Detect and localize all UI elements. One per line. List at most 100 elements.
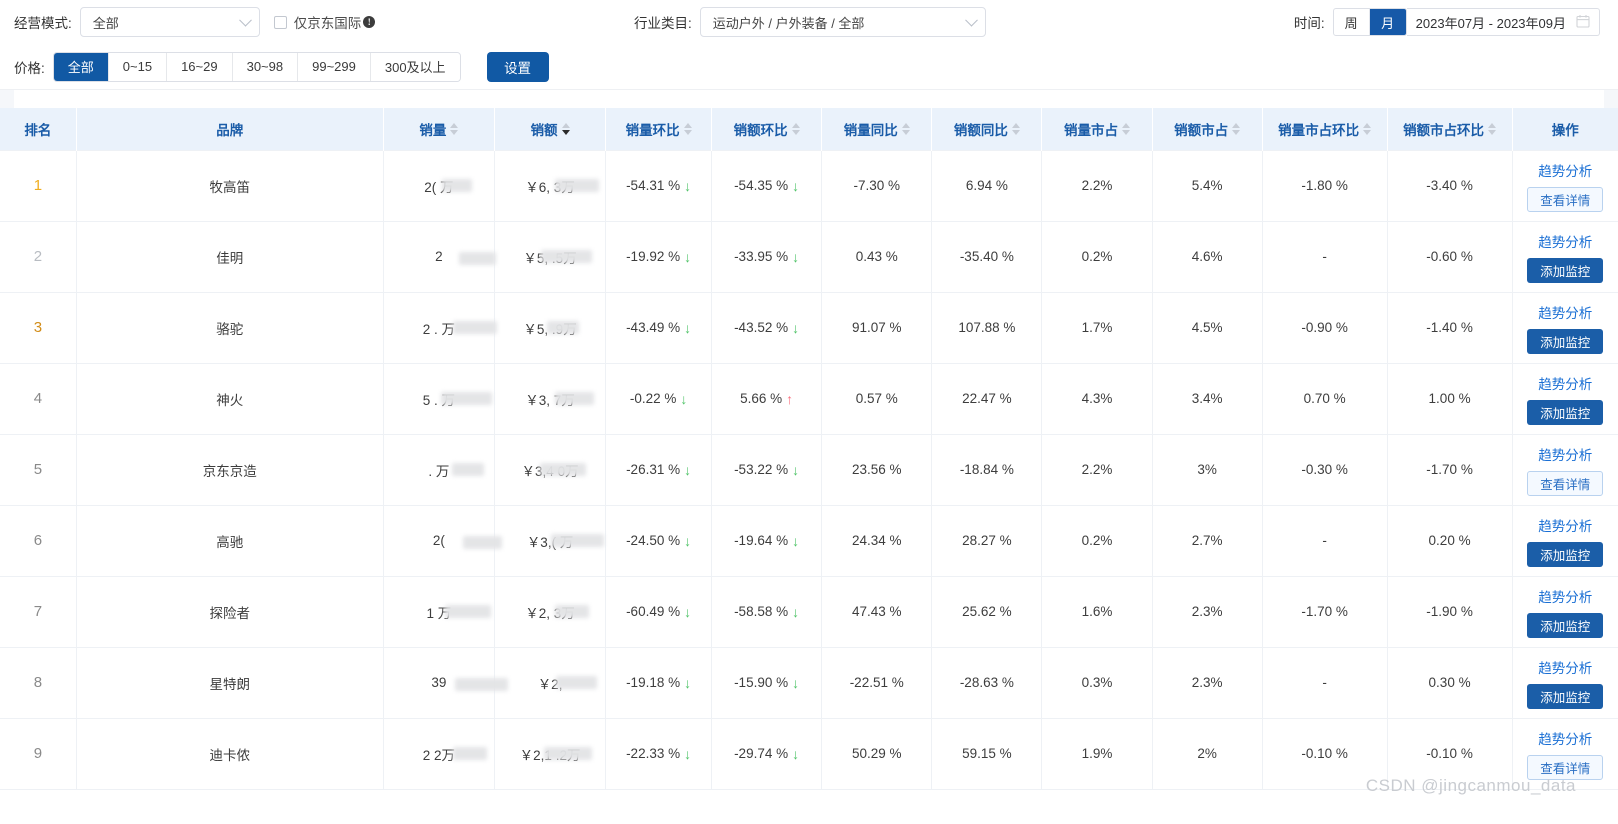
rank-value: 1 <box>33 177 43 194</box>
category-select[interactable]: 运动户外 / 户外装备 / 全部 <box>699 7 986 37</box>
amount-share-mom: -1.90 % <box>1426 604 1473 619</box>
col-amount-share-mom-label: 销额市占环比 <box>1403 122 1485 138</box>
col-volume-share[interactable]: 销量市占 <box>1041 108 1153 150</box>
table-row[interactable]: 9迪卡侬2 2万￥2,1 .2万-22.33 %↓-29.74 %↓50.29 … <box>0 718 1618 790</box>
brand-name: 神火 <box>216 392 244 408</box>
view-detail-button[interactable]: 查看详情 <box>1527 186 1604 212</box>
view-detail-button[interactable]: 查看详情 <box>1527 470 1604 496</box>
table-row[interactable]: 6高驰2( ￥3,( 万-24.50 %↓-19.64 %↓24.34 %28.… <box>0 505 1618 577</box>
cell-sales-amount: ￥2, <box>494 647 607 719</box>
cell-volume-mom: -60.49 % ↓ <box>605 576 713 648</box>
brand-name: 骆驼 <box>216 321 244 337</box>
cell-volume-share: 4.3% <box>1041 363 1153 435</box>
rank-value: 6 <box>33 532 43 549</box>
trend-analysis-link[interactable]: 趋势分析 <box>1538 728 1592 748</box>
cell-amount-yoy: 59.15 % <box>931 718 1043 790</box>
chevron-down-icon <box>964 13 978 27</box>
col-amount-mom[interactable]: 销额环比 <box>711 108 823 150</box>
time-granularity-month[interactable]: 月 <box>1369 9 1406 35</box>
sort-toggle-volume-share[interactable] <box>1121 122 1130 135</box>
add-monitor-button[interactable]: 添加监控 <box>1527 541 1604 567</box>
col-amount-yoy[interactable]: 销额同比 <box>931 108 1043 150</box>
add-monitor-button[interactable]: 添加监控 <box>1527 612 1604 638</box>
brand-name: 高驰 <box>216 534 244 550</box>
table-row[interactable]: 2佳明2 ￥5, .5万-19.92 %↓-33.95 %↓0.43 %-35.… <box>0 221 1618 293</box>
cell-amount-mom: 5.66 % ↑ <box>711 363 823 435</box>
amount-share-mom: 0.30 % <box>1429 675 1471 690</box>
category-value: 运动户外 / 户外装备 / 全部 <box>712 15 865 31</box>
add-monitor-button[interactable]: 添加监控 <box>1527 399 1604 425</box>
table-row[interactable]: 3骆驼2 . 万￥5, .9万-43.49 %↓-43.52 %↓91.07 %… <box>0 292 1618 364</box>
sort-toggle-volume-yoy[interactable] <box>901 122 910 135</box>
price-option-99-299[interactable]: 99~299 <box>298 52 371 81</box>
trend-analysis-link[interactable]: 趋势分析 <box>1538 657 1592 677</box>
add-monitor-button[interactable]: 添加监控 <box>1527 683 1604 709</box>
sort-toggle-sales-amount[interactable] <box>561 122 570 135</box>
volume-share-mom: -0.30 % <box>1301 462 1348 477</box>
cell-amount-share-mom: -1.70 % <box>1387 434 1513 506</box>
sales-volume-value: 2 <box>435 249 497 265</box>
col-volume-share-mom[interactable]: 销量市占环比 <box>1262 108 1388 150</box>
add-monitor-button[interactable]: 添加监控 <box>1527 257 1604 283</box>
price-option-all[interactable]: 全部 <box>53 52 109 81</box>
amount-share-mom-value: -1.70 % <box>1426 462 1473 477</box>
table-row[interactable]: 8 星特朗 39 ￥2, -19.18 % ↓ -15.90 % ↓ -22.51 % -28… <box>0 647 1618 719</box>
add-monitor-button[interactable]: 添加监控 <box>1527 328 1604 354</box>
volume-yoy: 47.43 % <box>852 604 902 619</box>
time-granularity-week[interactable]: 周 <box>1334 9 1370 35</box>
sort-toggle-amount-yoy[interactable] <box>1011 122 1020 135</box>
col-amount-share[interactable]: 销额市占 <box>1152 108 1263 150</box>
trend-analysis-link[interactable]: 趋势分析 <box>1538 160 1592 180</box>
price-option-0-15[interactable]: 0~15 <box>108 52 168 81</box>
sort-toggle-volume-mom[interactable] <box>683 122 692 135</box>
time-granularity-toggle: 周 月 <box>1332 8 1407 36</box>
cell-rank: 3 <box>0 292 77 364</box>
table-row[interactable]: 1 牧高笛 2( 万 ￥6, 3万 -54.31 % ↓ -54.35 % ↓ -7.30 % 6… <box>0 149 1618 222</box>
amount-yoy-value: 28.27 % <box>962 533 1012 548</box>
trend-analysis-link[interactable]: 趋势分析 <box>1538 444 1592 464</box>
business-mode-select[interactable]: 全部 <box>79 7 260 37</box>
amount-yoy-value: 6.94 % <box>965 178 1008 193</box>
sort-toggle-amount-share-mom[interactable] <box>1488 122 1497 135</box>
amount-yoy: 6.94 % <box>966 178 1008 193</box>
table-header-row: 排名 品牌 销量 销额 销量环比 销额环比 销量同比 销额同比 销量市占 销额市… <box>0 108 1618 150</box>
trend-analysis-link[interactable]: 趋势分析 <box>1538 586 1592 606</box>
volume-mom-value: -60.49 % <box>626 604 681 619</box>
amount-share-value: 3.4% <box>1191 391 1223 406</box>
sales-volume-value: 2( <box>433 533 502 549</box>
price-option-30-98[interactable]: 30~98 <box>232 52 299 81</box>
volume-mom-value: -0.22 % <box>629 391 677 406</box>
trend-analysis-link[interactable]: 趋势分析 <box>1538 302 1592 322</box>
view-detail-button[interactable]: 查看详情 <box>1527 754 1604 780</box>
sort-toggle-amount-share[interactable] <box>1232 122 1241 135</box>
jd-international-checkbox[interactable]: 仅京东国际! <box>273 12 376 32</box>
cell-brand: 高驰 <box>76 505 384 577</box>
table-row[interactable]: 5京东京造 . 万￥3,4 0万-26.31 %↓-53.22 %↓23.56 … <box>0 434 1618 506</box>
cell-volume-share-mom: -0.10 % <box>1262 718 1388 790</box>
trend-analysis-link[interactable]: 趋势分析 <box>1538 515 1592 535</box>
col-volume-yoy[interactable]: 销量同比 <box>821 108 933 150</box>
col-sales-amount[interactable]: 销额 <box>494 108 607 150</box>
settings-button[interactable]: 设置 <box>486 51 549 82</box>
sort-toggle-volume-share-mom[interactable] <box>1363 122 1372 135</box>
table-row[interactable]: 7 探险者 1 万 ￥2, 3万 -60.49 % ↓ -58.58 % ↓ 47.43 % 25… <box>0 576 1618 648</box>
arrow-up-icon: ↑ <box>786 390 794 407</box>
date-range-picker[interactable]: 2023年07月 - 2023年09月 <box>1406 8 1600 36</box>
table-row[interactable]: 4 神火 5 . 万 ￥3, 7万 -0.22 % ↓ 5.66 % ↑ 0.57 % 22.47… <box>0 363 1618 435</box>
sort-toggle-amount-mom[interactable] <box>791 122 800 135</box>
sort-toggle-sales-volume[interactable] <box>450 122 459 135</box>
info-icon[interactable]: ! <box>363 16 376 28</box>
cell-rank: 4 <box>0 363 77 435</box>
cell-brand: 牧高笛 <box>76 149 384 222</box>
amount-share-mom-value: -0.60 % <box>1426 249 1473 264</box>
col-sales-volume[interactable]: 销量 <box>383 108 495 150</box>
cell-rank: 5 <box>0 434 77 506</box>
col-volume-mom[interactable]: 销量环比 <box>605 108 713 150</box>
trend-analysis-link[interactable]: 趋势分析 <box>1538 231 1592 251</box>
cell-volume-share: 0.2% <box>1041 505 1153 577</box>
price-option-16-29[interactable]: 16~29 <box>167 52 233 81</box>
amount-share: 2.3% <box>1192 675 1223 690</box>
trend-analysis-link[interactable]: 趋势分析 <box>1538 373 1592 393</box>
col-amount-share-mom[interactable]: 销额市占环比 <box>1387 108 1513 150</box>
price-option-300-plus[interactable]: 300及以上 <box>370 52 460 81</box>
